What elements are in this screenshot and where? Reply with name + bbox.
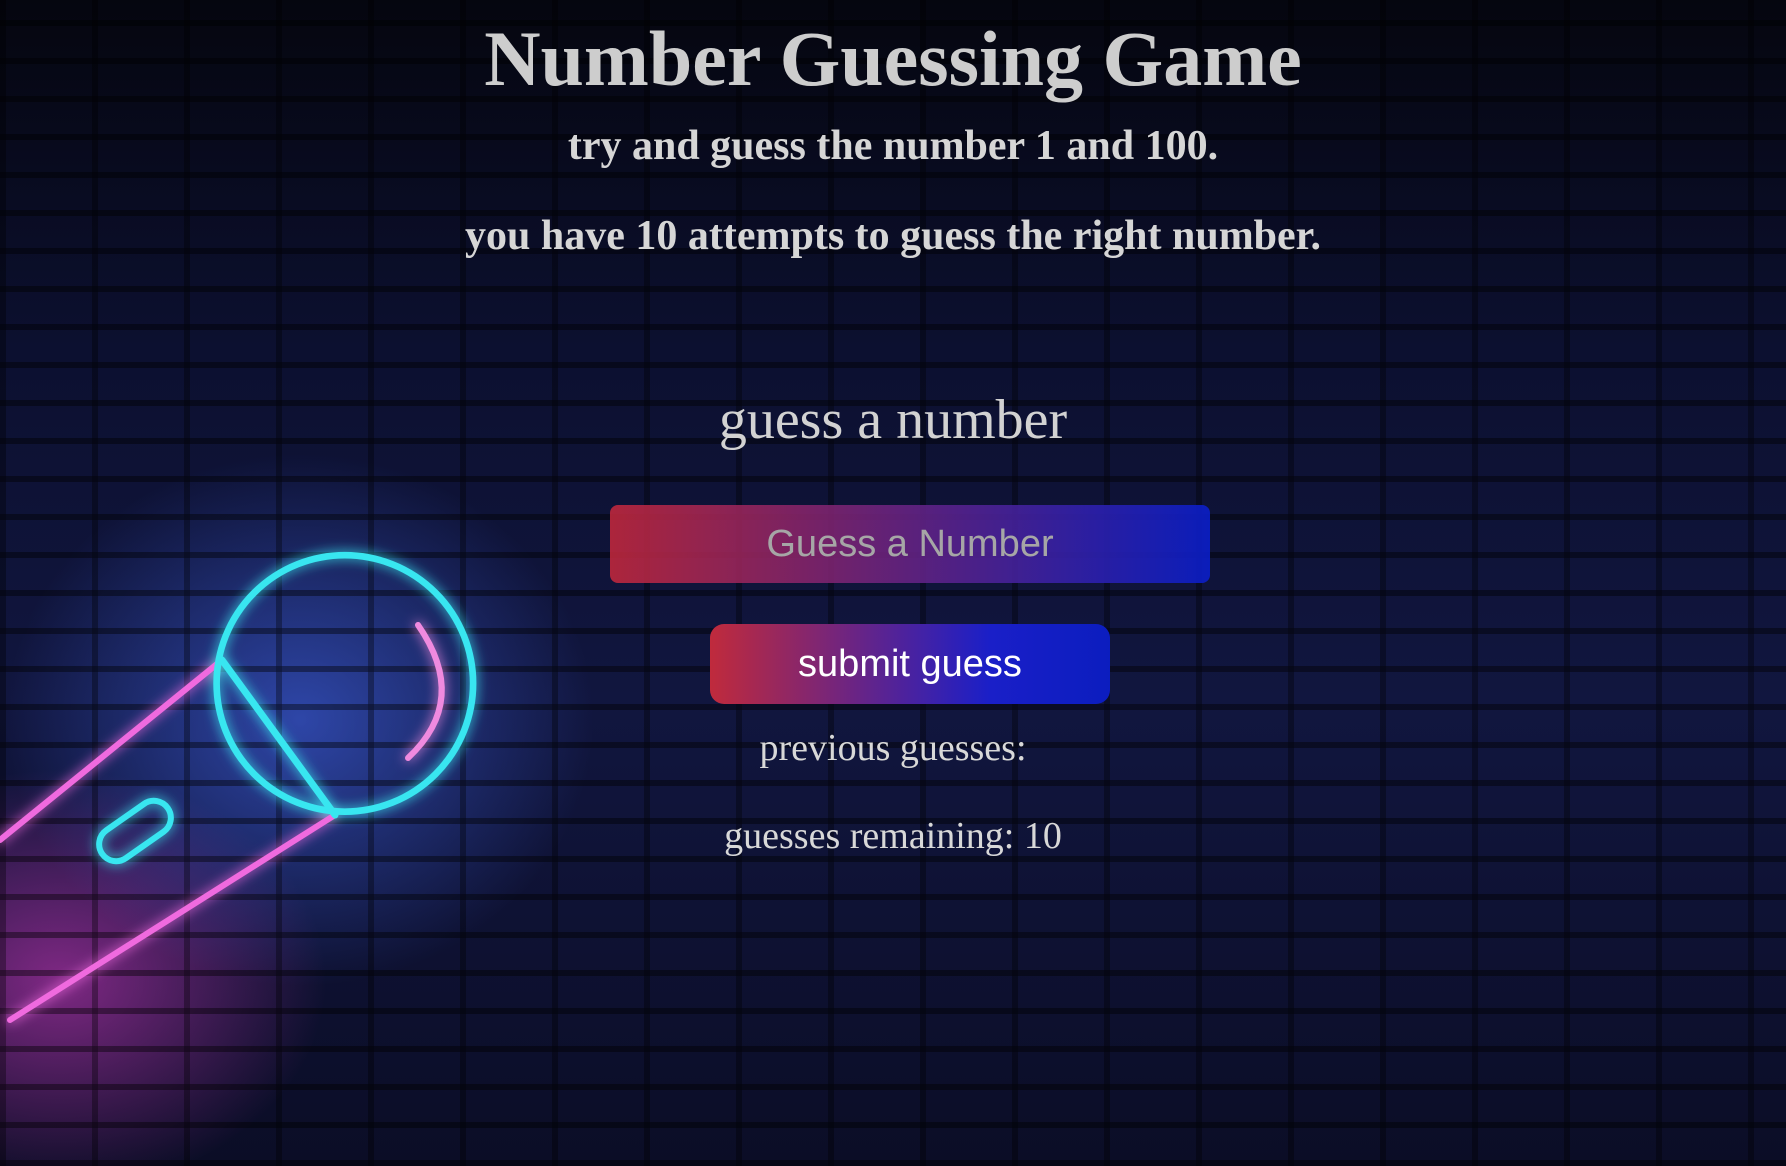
microphone-neon-icon [0,551,477,1023]
guess-input[interactable] [610,505,1210,583]
instructions-attempts: you have 10 attempts to guess the right … [465,213,1321,259]
previous-guesses-label: previous guesses: [759,727,1027,769]
page-title: Number Guessing Game [484,15,1302,102]
submit-guess-button[interactable]: submit guess [710,624,1110,704]
guess-label: guess a number [718,389,1068,451]
guesses-remaining-text: guesses remaining: 10 [724,815,1062,857]
instructions-range: try and guess the number 1 and 100. [567,123,1219,169]
